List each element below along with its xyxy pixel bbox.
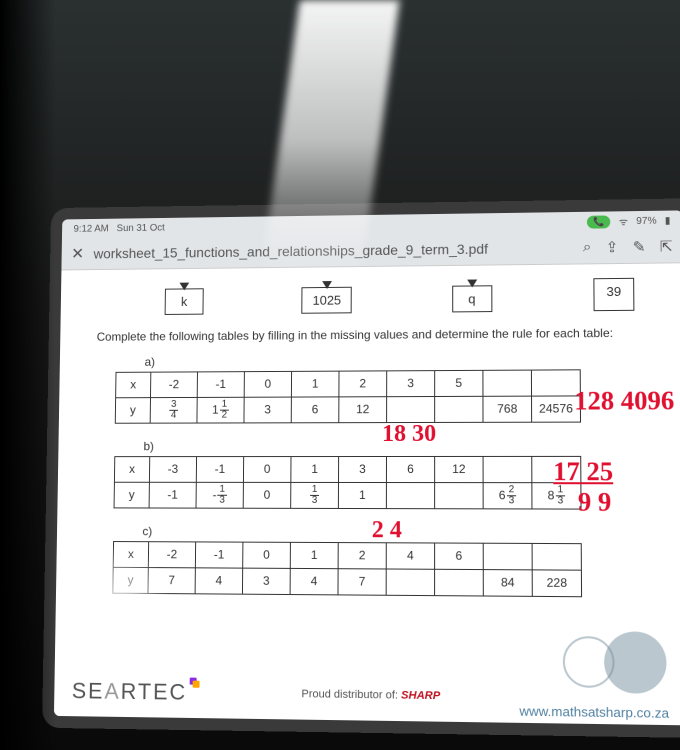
status-date: Sun 31 Oct (117, 222, 165, 233)
logo-dot-icon (189, 678, 200, 689)
battery-percent: 97% (636, 215, 657, 226)
instruction-text: Complete the following tables by filling… (97, 325, 666, 346)
box-39: 39 (593, 278, 634, 311)
wifi-icon: ᯤ (619, 214, 628, 228)
table-a: x -2-10 123 5 y 34 112 3612 76824576 (115, 369, 581, 423)
table-row: x -3-10 136 12 (114, 456, 580, 482)
box-1025: 1025 (302, 287, 352, 314)
battery-icon: ▮ (665, 215, 671, 226)
distributor-text: Proud distributor of: SHARP (301, 688, 440, 702)
handwriting-a-top: 128 4096 (574, 386, 674, 417)
table-row: x -2-10 124 6 (113, 541, 581, 570)
tablet-screen: 9:12 AM Sun 31 Oct 📞 ᯤ 97% ▮ ✕ worksheet… (54, 210, 680, 725)
label-b: b) (143, 438, 666, 453)
seartec-logo: SEARTEC (72, 678, 200, 706)
table-row: x -2-10 123 5 (116, 370, 581, 398)
status-time: 9:12 AM (73, 223, 108, 234)
label-c: c) (142, 524, 667, 540)
box-k: k (165, 288, 204, 315)
box-q: q (452, 285, 492, 312)
table-row: y 743 47 84228 (113, 567, 582, 596)
website-url: www.mathsatsharp.co.za (519, 703, 669, 721)
table-row: y -1 -13 0 13 1 623 813 (114, 482, 581, 509)
close-icon[interactable]: ✕ (71, 244, 84, 263)
open-external-icon[interactable]: ⇱ (660, 237, 673, 255)
document-title: worksheet_15_functions_and_relationships… (94, 240, 573, 262)
edit-icon[interactable]: ✎ (633, 238, 646, 256)
tablet-device: 9:12 AM Sun 31 Oct 📞 ᯤ 97% ▮ ✕ worksheet… (42, 198, 680, 737)
handwriting-b-mid: 9 9 (578, 487, 612, 518)
phone-icon: 📞 (587, 215, 611, 228)
top-answer-boxes: k 1025 q 39 (165, 278, 635, 315)
document-page[interactable]: k 1025 q 39 Complete the following table… (54, 263, 680, 725)
table-row: y 34 112 3612 76824576 (115, 396, 580, 423)
share-icon[interactable]: ⇪ (606, 238, 619, 256)
search-icon[interactable]: ⌕ (583, 239, 592, 257)
table-b: x -3-10 136 12 y -1 -13 0 13 1 623 813 (114, 456, 582, 510)
table-c: x -2-10 124 6 y 743 47 84228 (112, 541, 582, 597)
label-a: a) (145, 352, 666, 369)
circle-graphic (563, 636, 615, 688)
